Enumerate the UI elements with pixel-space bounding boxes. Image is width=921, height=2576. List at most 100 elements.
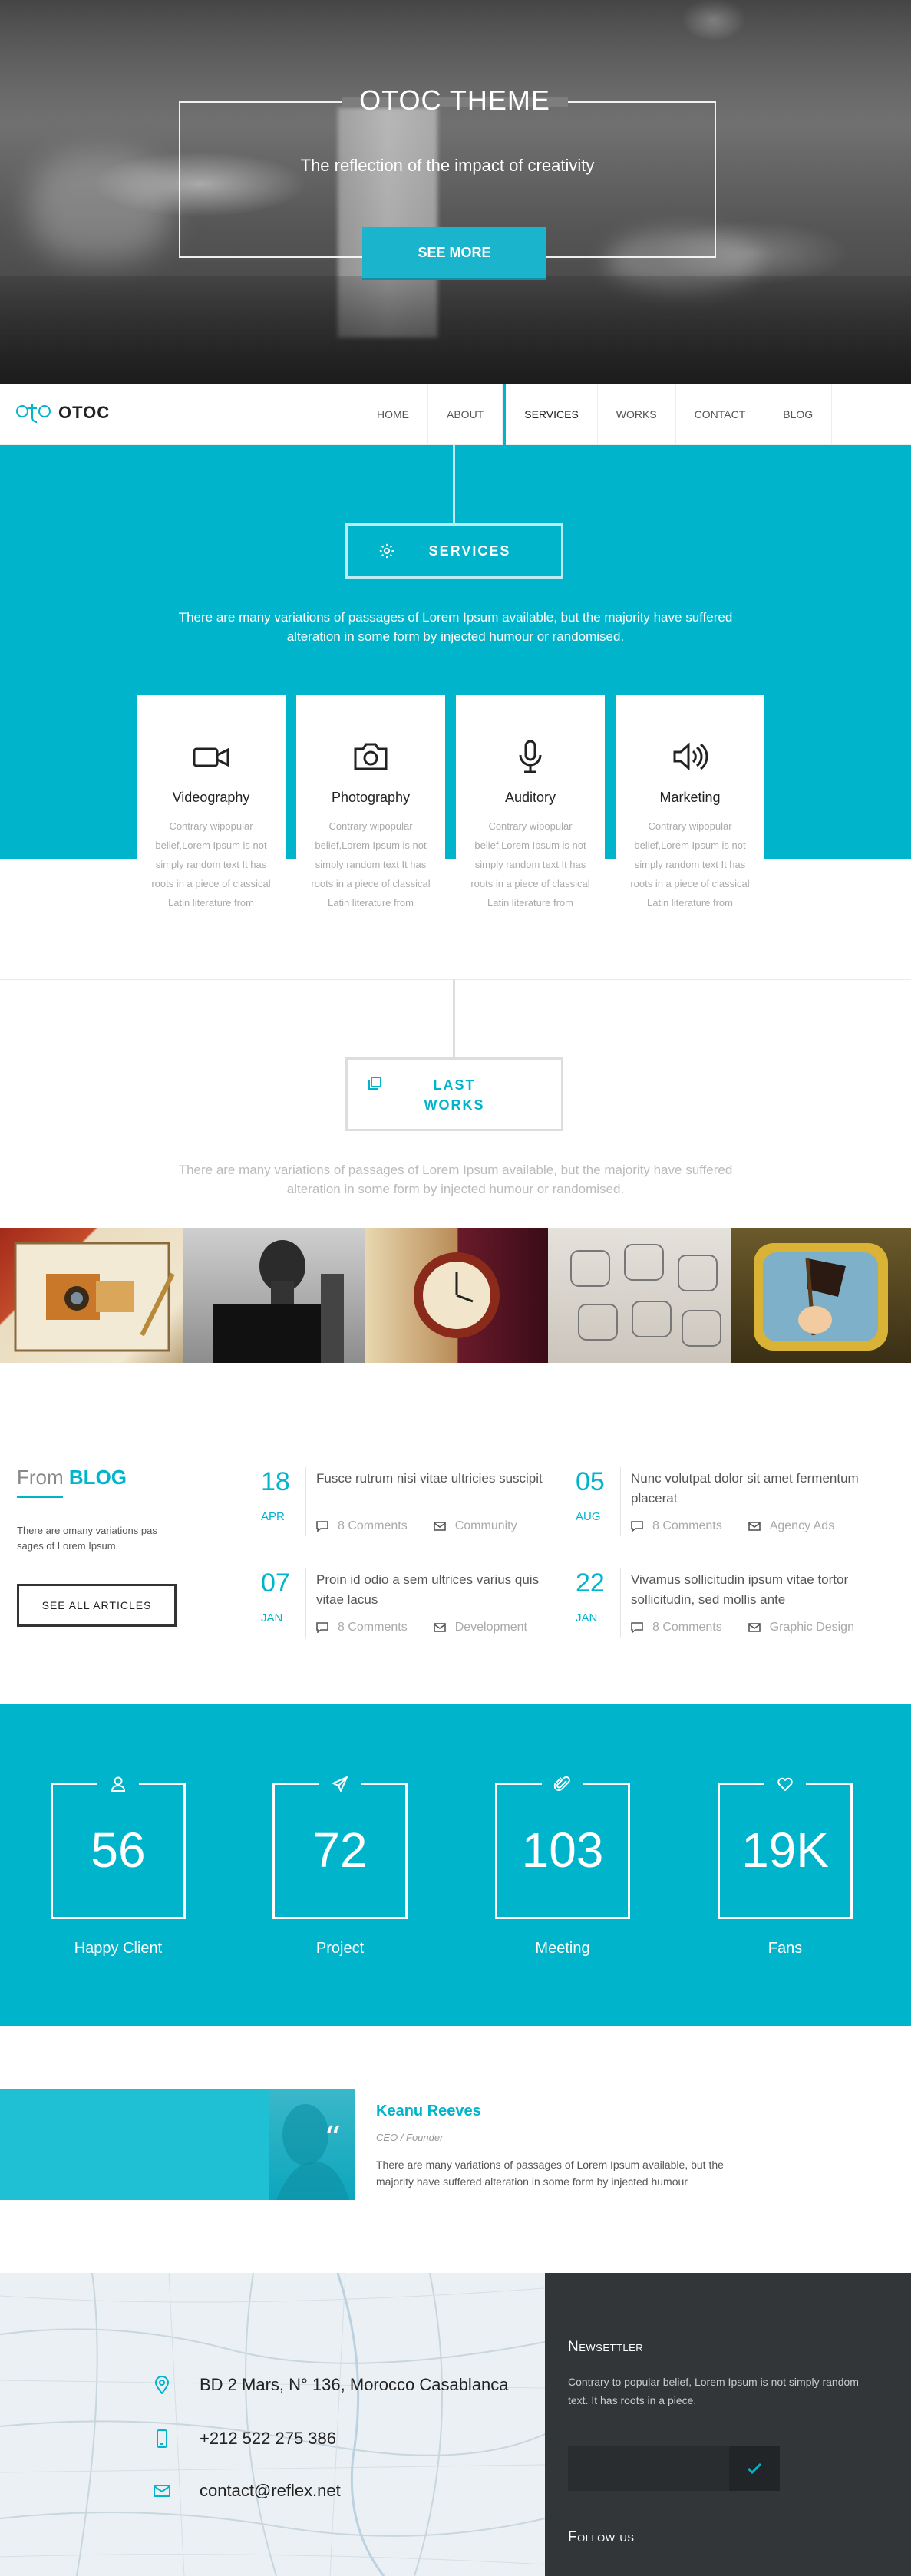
work-thumbnail[interactable] (548, 1228, 731, 1363)
hero-title: OTOC THEME (359, 84, 550, 116)
send-icon (332, 1776, 348, 1792)
heart-icon (777, 1777, 793, 1791)
blog-post[interactable]: 05 AUG Nunc volutpat dolor sit amet ferm… (576, 1467, 867, 1559)
map-tiles (0, 2273, 545, 2576)
envelope-icon (433, 1623, 446, 1632)
mobile-phone-icon (157, 2429, 167, 2448)
comment-icon (316, 1622, 328, 1633)
service-card-videography[interactable]: Videography Contrary wipopular belief,Lo… (137, 695, 286, 935)
service-title: Marketing (659, 790, 721, 805)
post-category[interactable]: Agency Ads (770, 1519, 835, 1533)
nav-menu: HOME ABOUT SERVICES WORKS CONTACT BLOG (358, 384, 833, 445)
newsletter-description: Contrary to popular belief, Lorem Ipsum … (568, 2376, 859, 2406)
post-meta: 8 Comments Development (316, 1621, 527, 1634)
post-category[interactable]: Development (455, 1621, 527, 1634)
nav-item-home[interactable]: HOME (358, 384, 428, 445)
speaker-icon (673, 742, 708, 771)
post-month: AUG (576, 1510, 601, 1523)
stat-label: Fans (768, 1940, 803, 1957)
contact-phone: +212 522 275 386 (154, 2429, 336, 2449)
blog-post[interactable]: 18 APR Fusce rutrum nisi vitae ultricies… (261, 1467, 553, 1559)
post-comments[interactable]: 8 Comments (652, 1621, 722, 1634)
person-photo: “ (276, 2104, 349, 2200)
gear-icon (379, 543, 394, 559)
testimonial-avatar: “ (269, 2089, 355, 2200)
camera-icon (354, 743, 388, 770)
testimonial-role: CEO / Founder (376, 2132, 444, 2143)
post-category[interactable]: Community (455, 1519, 517, 1533)
location-map[interactable] (0, 2273, 545, 2576)
post-day: 05 (576, 1467, 605, 1496)
address-text: BD 2 Mars, N° 136, Morocco Casablanca (200, 2375, 509, 2394)
hero-banner: OTOC THEME The reflection of the impact … (0, 0, 911, 384)
service-title: Auditory (504, 790, 556, 805)
service-text: Contrary wipopular belief,Lorem Ipsum is… (630, 820, 750, 909)
nav-item-about[interactable]: ABOUT (428, 384, 503, 445)
post-title[interactable]: Fusce rutrum nisi vitae ultricies suscip… (316, 1469, 546, 1489)
phone-text[interactable]: +212 522 275 386 (200, 2429, 336, 2449)
stat-box-project: 72 (272, 1771, 408, 1919)
email-text[interactable]: contact@reflex.net (200, 2481, 341, 2501)
service-card-auditory[interactable]: Auditory Contrary wipopular belief,Lorem… (456, 695, 605, 935)
stat-label: Happy Client (74, 1940, 163, 1957)
desk-lamp-image (213, 1240, 344, 1363)
post-meta: 8 Comments Graphic Design (631, 1621, 854, 1634)
post-comments[interactable]: 8 Comments (338, 1519, 408, 1533)
post-comments[interactable]: 8 Comments (338, 1621, 408, 1634)
logo-text: OTOC (58, 403, 111, 422)
nav-item-blog[interactable]: BLOG (764, 384, 833, 445)
nav-item-services[interactable]: SERVICES (503, 384, 598, 445)
stat-value: 72 (312, 1822, 368, 1878)
comment-icon (631, 1521, 643, 1532)
microphone-icon (519, 740, 542, 773)
post-month: JAN (261, 1611, 283, 1624)
envelope-icon (748, 1623, 761, 1632)
stat-box-meeting: 103 (495, 1771, 630, 1919)
stat-value: 103 (521, 1822, 604, 1878)
logo[interactable]: OTOC (15, 397, 110, 428)
testimonial-text: There are many variations of passages of… (376, 2159, 724, 2188)
service-card-marketing[interactable]: Marketing Contrary wipopular belief,Lore… (616, 695, 764, 935)
newsletter-submit-button[interactable] (729, 2446, 780, 2491)
blog-post[interactable]: 07 JAN Proin id odio a sem ultrices vari… (261, 1568, 553, 1661)
post-category[interactable]: Graphic Design (770, 1621, 854, 1634)
works-description: There are many variations of passages of… (178, 1163, 733, 1196)
blog-heading-accent: BLOG (68, 1466, 127, 1489)
comment-icon (316, 1521, 328, 1532)
services-description: There are many variations of passages of… (178, 610, 733, 644)
blog-description: There are omany variations pas sages of … (17, 1525, 157, 1552)
post-title[interactable]: Proin id odio a sem ultrices varius quis… (316, 1570, 546, 1610)
post-title[interactable]: Vivamus sollicitudin ipsum vitae tortor … (631, 1570, 861, 1610)
see-all-articles-label: SEE ALL ARTICLES (41, 1599, 152, 1611)
map-pin-icon (154, 2376, 170, 2394)
nav-item-contact[interactable]: CONTACT (676, 384, 765, 445)
services-heading-box: SERVICES (345, 523, 563, 579)
work-thumbnail[interactable] (365, 1228, 548, 1363)
work-thumbnail[interactable] (731, 1228, 911, 1363)
see-more-button[interactable]: SEE MORE (362, 227, 546, 278)
blog-post[interactable]: 22 JAN Vivamus sollicitudin ipsum vitae … (576, 1568, 867, 1661)
newsletter-email-input[interactable] (568, 2446, 729, 2491)
hero-tagline: The reflection of the impact of creativi… (300, 156, 595, 175)
stat-value: 19K (741, 1822, 829, 1878)
envelope-icon (748, 1522, 761, 1531)
post-title[interactable]: Nunc volutpat dolor sit amet fermentum p… (631, 1469, 861, 1509)
sketch-icons-image (570, 1244, 721, 1347)
post-comments[interactable]: 8 Comments (652, 1519, 722, 1533)
nav-item-works[interactable]: WORKS (598, 384, 676, 445)
user-icon (111, 1776, 126, 1792)
work-thumbnail[interactable] (0, 1228, 183, 1363)
post-day: 22 (576, 1568, 605, 1598)
see-more-label: SEE MORE (418, 245, 491, 260)
work-thumbnail[interactable] (183, 1228, 365, 1363)
newsletter-panel: Newsettler Contrary to popular belief, L… (545, 2273, 911, 2576)
contact-email: contact@reflex.net (154, 2481, 341, 2501)
service-card-photography[interactable]: Photography Contrary wipopular belief,Lo… (296, 695, 445, 935)
see-all-articles-button[interactable]: SEE ALL ARTICLES (17, 1584, 177, 1627)
envelope-icon (433, 1522, 446, 1531)
post-meta: 8 Comments Agency Ads (631, 1519, 834, 1533)
flag-hand-image (754, 1243, 888, 1351)
paperclip-icon (554, 1776, 570, 1791)
post-month: APR (261, 1510, 285, 1523)
works-heading-line2: WORKS (424, 1097, 485, 1113)
